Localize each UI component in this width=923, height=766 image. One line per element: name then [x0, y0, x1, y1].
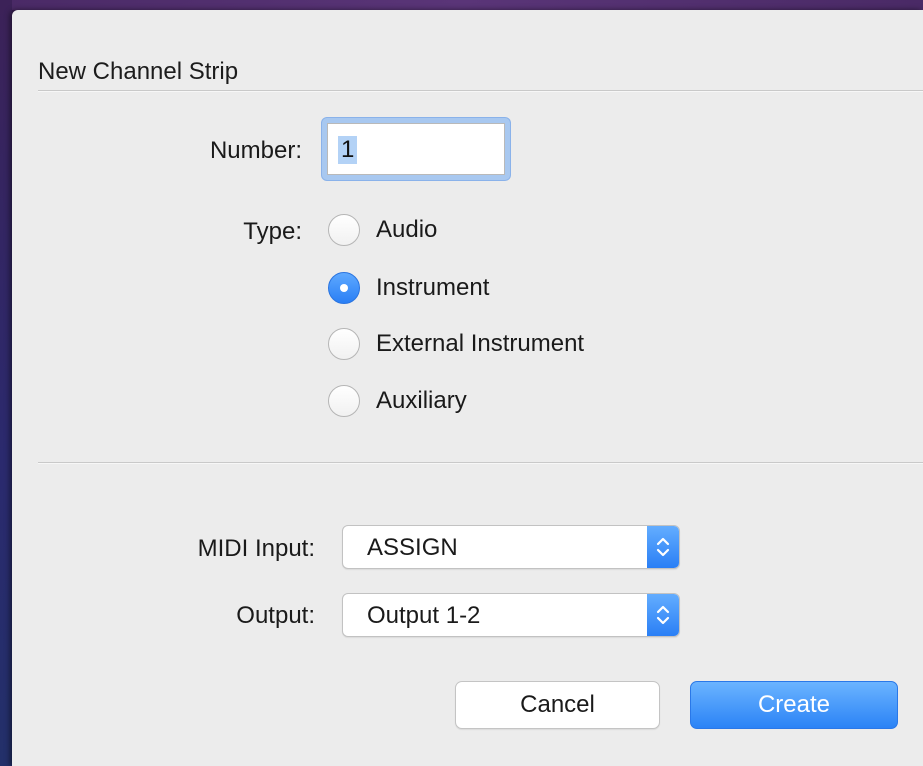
- midi-input-stepper[interactable]: [647, 526, 679, 568]
- radio-option-instrument[interactable]: Instrument: [328, 268, 489, 308]
- create-button[interactable]: Create: [690, 681, 898, 729]
- desktop-background-left: [0, 0, 12, 766]
- title-divider: [38, 90, 923, 92]
- radio-option-auxiliary[interactable]: Auxiliary: [328, 381, 467, 421]
- output-value: Output 1-2: [367, 602, 481, 629]
- radio-label-audio: Audio: [376, 216, 438, 243]
- output-stepper[interactable]: [647, 594, 679, 636]
- number-value: 1: [338, 136, 358, 164]
- radio-button-instrument[interactable]: [328, 272, 360, 304]
- midi-input-label: MIDI Input:: [197, 535, 315, 562]
- desktop-background-top: [0, 0, 923, 10]
- type-label: Type:: [243, 218, 302, 245]
- output-select[interactable]: Output 1-2: [342, 593, 680, 637]
- radio-button-external-instrument[interactable]: [328, 328, 360, 360]
- radio-button-audio[interactable]: [328, 214, 360, 246]
- number-label: Number:: [209, 137, 302, 164]
- number-field[interactable]: 1: [322, 118, 510, 180]
- cancel-button[interactable]: Cancel: [455, 681, 660, 729]
- radio-label-auxiliary: Auxiliary: [376, 387, 467, 414]
- up-down-chevron-icon: [656, 537, 670, 557]
- dialog-title: New Channel Strip: [38, 58, 239, 85]
- midi-input-select[interactable]: ASSIGN: [342, 525, 680, 569]
- new-channel-strip-dialog: New Channel Strip Number: 1 Type: Audio …: [12, 10, 923, 766]
- up-down-chevron-icon: [656, 605, 670, 625]
- midi-input-value: ASSIGN: [367, 534, 458, 561]
- radio-option-audio[interactable]: Audio: [328, 210, 437, 250]
- radio-option-external-instrument[interactable]: External Instrument: [328, 324, 584, 364]
- radio-label-instrument: Instrument: [376, 274, 490, 301]
- section-divider: [38, 462, 923, 464]
- radio-label-external-instrument: External Instrument: [376, 330, 585, 357]
- radio-button-auxiliary[interactable]: [328, 385, 360, 417]
- output-label: Output:: [236, 602, 315, 629]
- number-field-inner[interactable]: 1: [327, 123, 505, 175]
